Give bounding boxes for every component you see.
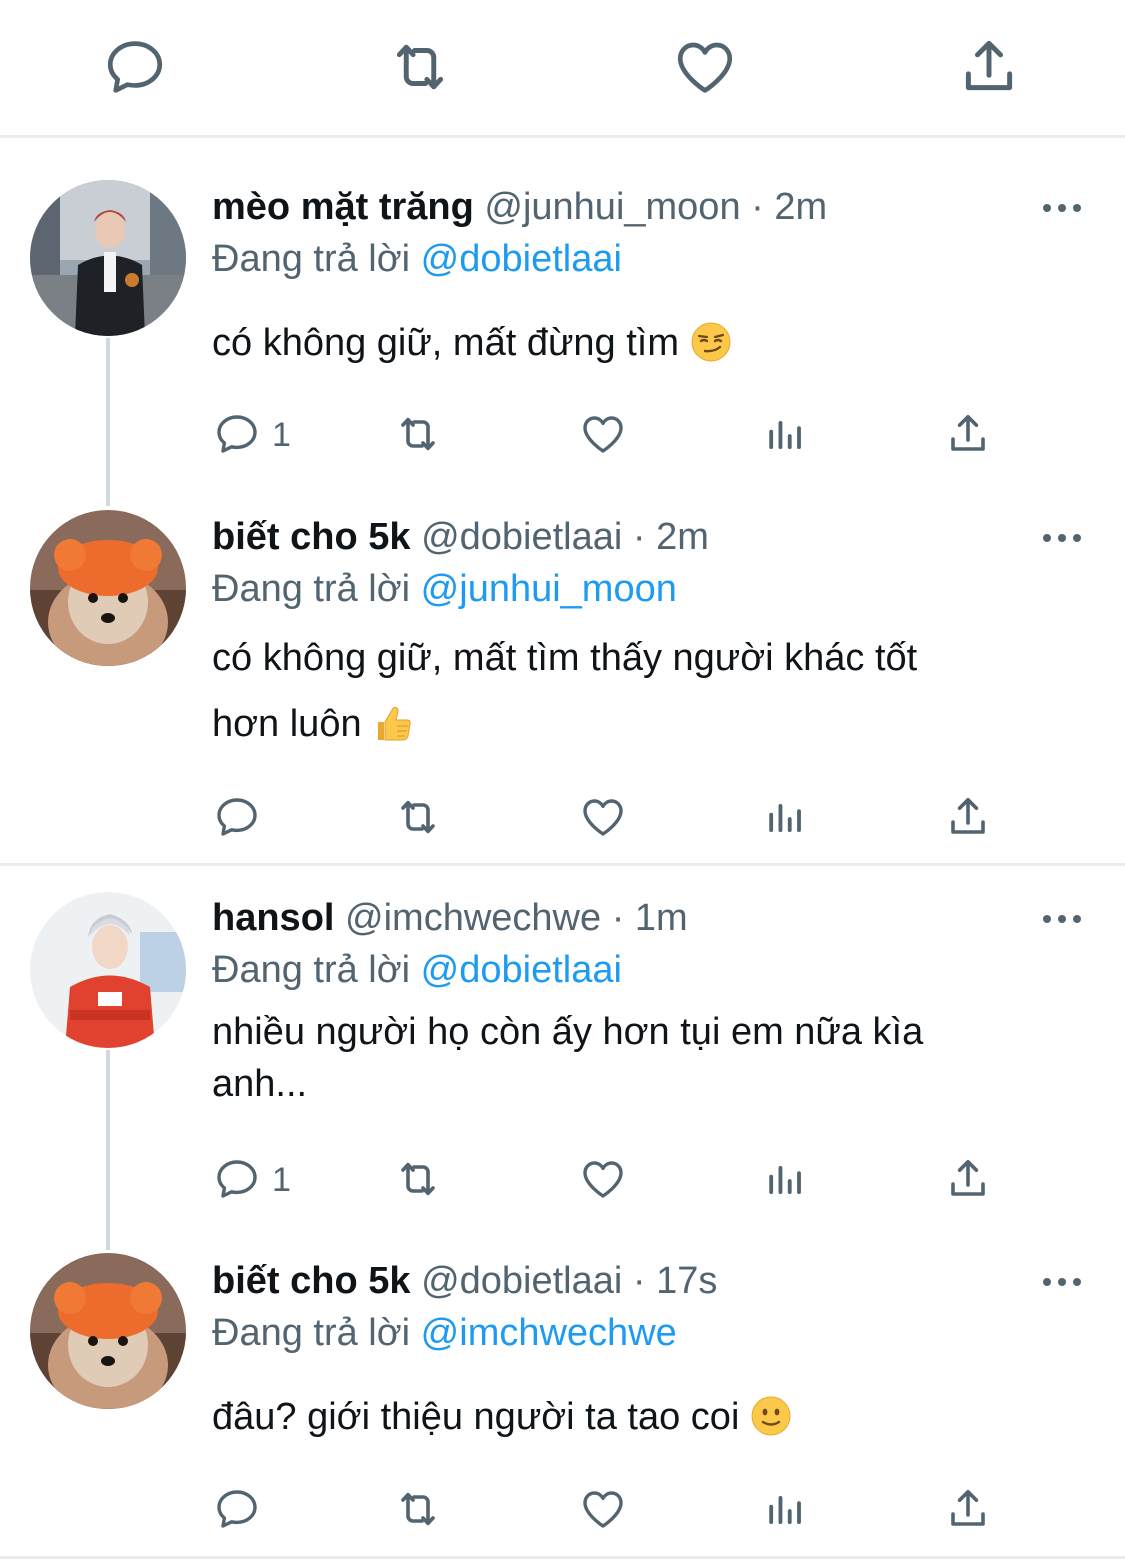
tweet-text-content: có không giữ, mất đừng tìm — [212, 322, 679, 364]
username[interactable]: @imchwechwe — [345, 897, 601, 939]
display-name[interactable]: biết cho 5k — [212, 516, 411, 558]
replying-to-label: Đang trả lời — [212, 238, 411, 280]
mention-link[interactable]: @junhui_moon — [421, 568, 677, 610]
retweet-icon[interactable] — [392, 410, 444, 458]
mention-link[interactable]: @dobietlaai — [421, 949, 622, 991]
mention-link[interactable]: @imchwechwe — [421, 1312, 677, 1354]
tweet-text: có không giữ, mất tìm thấy người khác tố… — [212, 625, 1072, 765]
share-icon[interactable] — [944, 1155, 992, 1203]
separator-dot: · — [632, 516, 646, 558]
tweet-text-line: có không giữ, mất tìm thấy người khác tố… — [212, 637, 918, 679]
analytics-icon[interactable] — [764, 1159, 806, 1201]
reply-count: 1 — [272, 416, 291, 454]
divider — [0, 863, 1125, 866]
username[interactable]: @dobietlaai — [421, 1260, 622, 1302]
separator-dot: · — [751, 186, 764, 228]
smirk-emoji-icon — [690, 318, 732, 384]
tweet-text: có không giữ, mất đừng tìm — [212, 310, 1072, 384]
share-icon[interactable] — [956, 34, 1022, 100]
replying-to: Đang trả lời @dobietlaai — [212, 947, 622, 993]
reply-count: 1 — [272, 1161, 291, 1199]
avatar[interactable] — [30, 1253, 186, 1409]
more-options-icon[interactable] — [1042, 913, 1082, 925]
timestamp[interactable]: 2m — [774, 186, 827, 228]
retweet-icon[interactable] — [392, 793, 444, 841]
separator-dot: · — [611, 897, 625, 939]
more-options-icon[interactable] — [1042, 1276, 1082, 1288]
share-icon[interactable] — [944, 793, 992, 841]
replying-to: Đang trả lời @dobietlaai — [212, 236, 622, 282]
mention-link[interactable]: @dobietlaai — [421, 238, 622, 280]
separator-dot: · — [632, 1260, 646, 1302]
avatar[interactable] — [30, 180, 186, 336]
tweet-header: biết cho 5k @dobietlaai · 2m — [212, 514, 709, 560]
reply-icon[interactable] — [213, 410, 261, 458]
more-options-icon[interactable] — [1042, 202, 1082, 214]
retweet-icon[interactable] — [386, 34, 454, 100]
like-icon[interactable] — [578, 1155, 628, 1203]
analytics-icon[interactable] — [764, 414, 806, 456]
tweet-text-content: đâu? giới thiệu người ta tao coi — [212, 1396, 740, 1438]
retweet-icon[interactable] — [392, 1155, 444, 1203]
thread-connector-line — [106, 338, 110, 506]
avatar[interactable] — [30, 892, 186, 1048]
tweet-text: nhiều người họ còn ấy hơn tụi em nữa kìa… — [212, 1006, 1072, 1110]
divider — [0, 1556, 1125, 1559]
more-options-icon[interactable] — [1042, 532, 1082, 544]
tweet-text-line-2: hơn luôn — [212, 691, 1072, 765]
like-icon[interactable] — [578, 793, 628, 841]
like-icon[interactable] — [578, 410, 628, 458]
share-icon[interactable] — [944, 410, 992, 458]
username[interactable]: @dobietlaai — [421, 516, 622, 558]
tweet-text: đâu? giới thiệu người ta tao coi — [212, 1384, 1072, 1458]
tweet-text-line: nhiều người họ còn ấy hơn tụi em nữa kìa — [212, 1011, 924, 1053]
replying-to-label: Đang trả lời — [212, 1312, 411, 1354]
thread-connector-line — [106, 1050, 110, 1250]
reply-icon[interactable] — [102, 34, 168, 100]
analytics-icon[interactable] — [764, 797, 806, 839]
username[interactable]: @junhui_moon — [484, 186, 740, 228]
tweet-header: mèo mặt trăng @junhui_moon · 2m — [212, 184, 827, 230]
divider — [0, 135, 1125, 138]
tweet-header: biết cho 5k @dobietlaai · 17s — [212, 1258, 717, 1304]
reply-icon[interactable] — [213, 793, 261, 841]
retweet-icon[interactable] — [392, 1485, 444, 1533]
avatar[interactable] — [30, 510, 186, 666]
replying-to: Đang trả lời @imchwechwe — [212, 1310, 677, 1356]
tweet-text-line-2: anh... — [212, 1063, 308, 1105]
share-icon[interactable] — [944, 1485, 992, 1533]
tweet-text-content: hơn luôn — [212, 703, 362, 745]
replying-to-label: Đang trả lời — [212, 568, 411, 610]
reply-icon[interactable] — [213, 1155, 261, 1203]
display-name[interactable]: hansol — [212, 897, 334, 939]
tweet-header: hansol @imchwechwe · 1m — [212, 895, 688, 941]
like-icon[interactable] — [672, 34, 738, 100]
display-name[interactable]: mèo mặt trăng — [212, 186, 474, 228]
display-name[interactable]: biết cho 5k — [212, 1260, 411, 1302]
replying-to-label: Đang trả lời — [212, 949, 411, 991]
slight-smile-emoji-icon — [750, 1392, 792, 1458]
thumbs-up-emoji-icon — [372, 699, 414, 765]
like-icon[interactable] — [578, 1485, 628, 1533]
timestamp[interactable]: 17s — [656, 1260, 717, 1302]
timestamp[interactable]: 1m — [635, 897, 688, 939]
reply-icon[interactable] — [213, 1485, 261, 1533]
replying-to: Đang trả lời @junhui_moon — [212, 566, 677, 612]
analytics-icon[interactable] — [764, 1489, 806, 1531]
timestamp[interactable]: 2m — [656, 516, 709, 558]
